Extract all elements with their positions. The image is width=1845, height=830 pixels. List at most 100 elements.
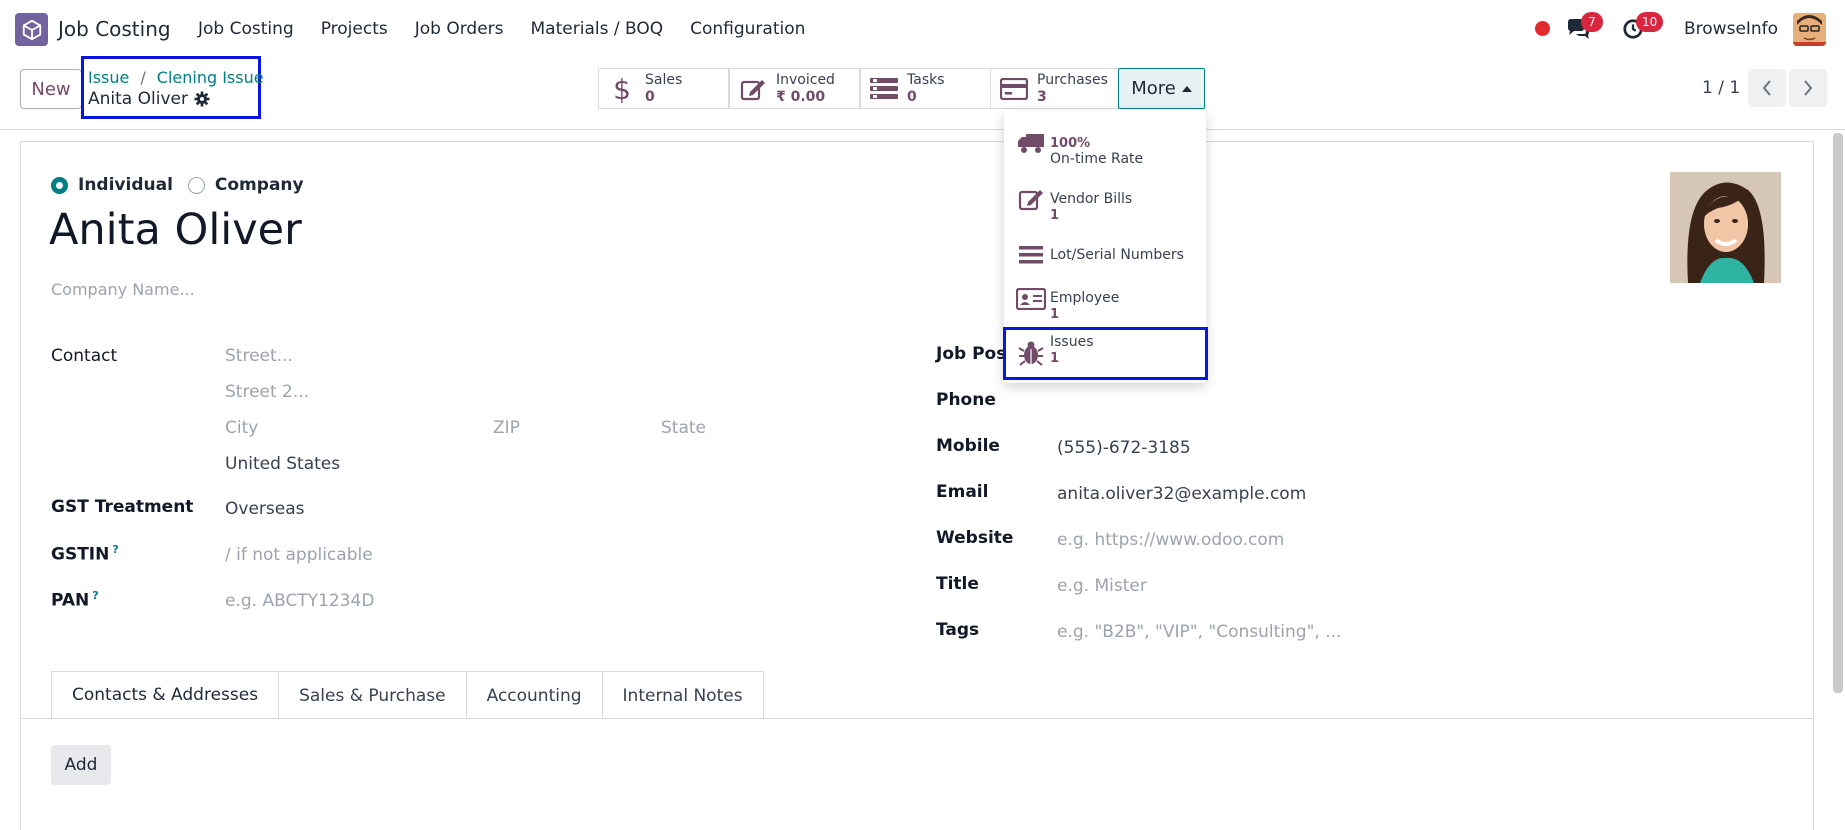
smart-value: 0 <box>907 89 917 105</box>
city-input[interactable]: City <box>225 418 258 438</box>
dropdown-item-lot-serial[interactable]: Lot/Serial Numbers <box>1004 232 1206 278</box>
tags-label: Tags <box>936 620 980 640</box>
street-input[interactable]: Street... <box>225 346 293 366</box>
control-panel: New Issue / Clening Issue Anita Oliver $… <box>0 56 1845 130</box>
help-icon[interactable]: ? <box>92 589 98 602</box>
notebook-tabs: Contacts & Addresses Sales & Purchase Ac… <box>51 671 764 719</box>
country-select[interactable]: United States <box>225 454 340 474</box>
app-name[interactable]: Job Costing <box>58 17 171 41</box>
tasks-icon <box>869 76 899 102</box>
add-contact-button[interactable]: Add <box>51 745 111 785</box>
title-select[interactable]: e.g. Mister <box>1057 576 1147 596</box>
tab-contacts-addresses[interactable]: Contacts & Addresses <box>51 671 280 719</box>
gstin-label-text: GSTIN <box>51 544 110 565</box>
caret-up-icon <box>1181 86 1192 92</box>
pager-value[interactable]: 1 / 1 <box>1702 78 1740 98</box>
partner-photo[interactable] <box>1670 172 1781 283</box>
dollar-icon: $ <box>613 72 631 106</box>
smart-button-purchases[interactable]: Purchases 3 <box>990 68 1119 109</box>
zip-input[interactable]: ZIP <box>493 418 520 438</box>
state-select[interactable]: State <box>661 418 706 438</box>
dropdown-item-label: Vendor Bills <box>1050 191 1133 207</box>
smart-button-sales[interactable]: $ Sales 0 <box>598 68 729 109</box>
bars-icon <box>1016 241 1046 269</box>
pan-input[interactable]: e.g. ABCTY1234D <box>225 591 374 611</box>
gst-treatment-select[interactable]: Overseas <box>225 499 304 519</box>
chevron-right-icon <box>1804 80 1813 96</box>
street2-input[interactable]: Street 2... <box>225 382 309 402</box>
menu-materials-boq[interactable]: Materials / BOQ <box>531 19 664 39</box>
smart-value: 0 <box>645 89 655 105</box>
new-button[interactable]: New <box>20 69 82 109</box>
user-avatar[interactable] <box>1793 13 1826 46</box>
record-title: Anita Oliver <box>88 89 210 109</box>
dropdown-item-value: 1 <box>1050 307 1060 322</box>
company-type-radio: Individual Company <box>51 175 319 195</box>
pager-next-button[interactable] <box>1789 69 1827 107</box>
mobile-label: Mobile <box>936 436 1000 456</box>
tab-divider <box>20 718 1814 719</box>
smart-value: ₹ 0.00 <box>776 89 826 105</box>
company-name-field[interactable]: Company Name... <box>51 280 195 299</box>
pan-label: PAN? <box>51 589 99 611</box>
gear-icon[interactable] <box>194 91 210 107</box>
chevron-left-icon <box>1762 80 1771 96</box>
email-label: Email <box>936 482 989 502</box>
menu-projects[interactable]: Projects <box>321 19 388 39</box>
menu-job-orders[interactable]: Job Orders <box>415 19 504 39</box>
contact-label: Contact <box>51 346 118 366</box>
smart-button-invoiced[interactable]: Invoiced ₹ 0.00 <box>729 68 860 109</box>
menu-job-costing[interactable]: Job Costing <box>198 19 294 39</box>
mobile-input[interactable]: (555)-672-3185 <box>1057 438 1191 458</box>
radio-individual-label[interactable]: Individual <box>78 175 173 195</box>
dropdown-item-label: On-time Rate <box>1050 151 1144 167</box>
breadcrumb-separator: / <box>140 68 146 87</box>
dropdown-item-value: 1 <box>1050 208 1060 223</box>
top-navbar: Job Costing Job Costing Projects Job Ord… <box>0 0 1845 58</box>
breadcrumb-clening-issue[interactable]: Clening Issue <box>157 68 264 87</box>
id-card-icon <box>1016 285 1046 313</box>
email-input[interactable]: anita.oliver32@example.com <box>1057 484 1306 504</box>
help-icon[interactable]: ? <box>112 543 118 556</box>
record-name: Anita Oliver <box>88 89 188 109</box>
company-switcher[interactable]: BrowseInfo <box>1684 19 1778 39</box>
menu-configuration[interactable]: Configuration <box>690 19 805 39</box>
phone-label: Phone <box>936 390 996 410</box>
dropdown-item-label: Employee <box>1050 290 1120 306</box>
job-position-label: Job Posi <box>936 344 1013 364</box>
radio-company-label[interactable]: Company <box>215 175 304 195</box>
tags-input[interactable]: e.g. "B2B", "VIP", "Consulting", ... <box>1057 622 1341 642</box>
website-label: Website <box>936 528 1014 548</box>
scrollbar[interactable] <box>1833 133 1843 693</box>
tab-sales-purchase[interactable]: Sales & Purchase <box>278 671 467 719</box>
tab-accounting[interactable]: Accounting <box>465 671 603 719</box>
smart-label: Purchases <box>1037 72 1108 88</box>
pencil-square-icon <box>1016 185 1046 213</box>
dropdown-item-value: 100% <box>1050 136 1091 151</box>
tab-internal-notes[interactable]: Internal Notes <box>601 671 764 719</box>
radio-company[interactable] <box>187 176 205 194</box>
breadcrumb-issue[interactable]: Issue <box>88 68 129 87</box>
smart-label: Invoiced <box>776 72 835 88</box>
partner-name-field[interactable]: Anita Oliver <box>49 205 302 255</box>
gstin-input[interactable]: / if not applicable <box>225 545 373 565</box>
more-button[interactable]: More <box>1118 68 1205 109</box>
pager-previous-button[interactable] <box>1748 69 1786 107</box>
pencil-square-icon <box>738 76 768 102</box>
activities-badge: 10 <box>1636 12 1664 32</box>
dropdown-item-vendor-bills[interactable]: Vendor Bills 1 <box>1004 176 1206 223</box>
more-label: More <box>1131 78 1176 99</box>
smart-label: Sales <box>645 72 683 88</box>
dropdown-item-on-time-rate[interactable]: 100% On-time Rate <box>1004 120 1206 167</box>
pan-label-text: PAN <box>51 590 90 611</box>
app-logo-icon[interactable] <box>15 13 48 46</box>
breadcrumb: Issue / Clening Issue <box>88 68 264 87</box>
dropdown-item-employee[interactable]: Employee 1 <box>1004 276 1206 322</box>
smart-button-tasks[interactable]: Tasks 0 <box>860 68 991 109</box>
breadcrumb-highlight <box>81 56 261 119</box>
credit-card-icon <box>999 76 1029 102</box>
website-input[interactable]: e.g. https://www.odoo.com <box>1057 530 1284 550</box>
radio-individual[interactable] <box>51 176 68 194</box>
smart-value: 3 <box>1037 89 1047 105</box>
status-dot-icon[interactable] <box>1535 21 1550 36</box>
